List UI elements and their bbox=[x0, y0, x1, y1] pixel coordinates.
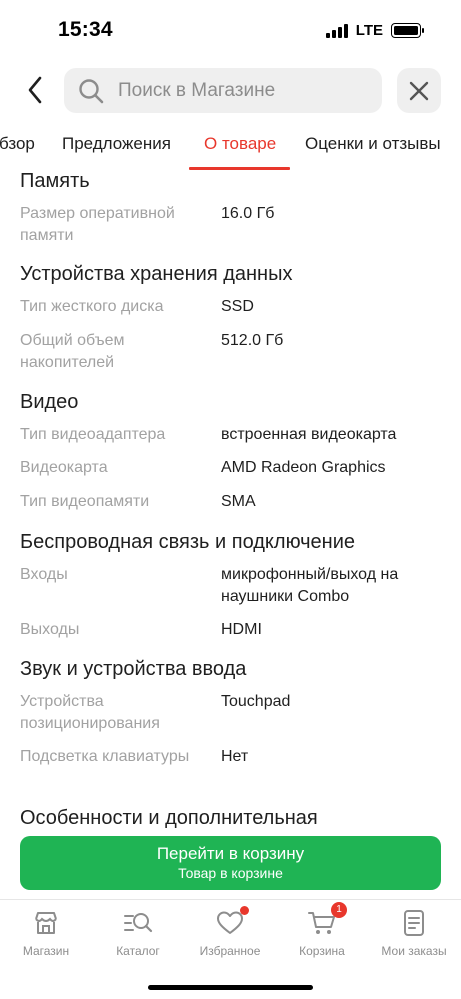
cart-banner-subtitle: Товар в корзине bbox=[178, 865, 283, 881]
chevron-left-icon bbox=[28, 76, 42, 104]
spec-value: встроенная видеокарта bbox=[221, 426, 397, 443]
cart-banner-title: Перейти в корзину bbox=[156, 844, 305, 863]
product-tabs: бзор Предложения О товаре Оценки и отзыв… bbox=[0, 126, 461, 172]
back-button[interactable] bbox=[18, 70, 52, 110]
home-indicator[interactable] bbox=[148, 985, 313, 990]
spec-value: 512.0 Гб bbox=[221, 332, 284, 349]
spec-value: SSD bbox=[221, 298, 254, 315]
tab-reviews[interactable]: Оценки и отзывы bbox=[305, 134, 441, 154]
spec-label: Тип видеопамяти bbox=[20, 493, 150, 510]
battery-icon bbox=[391, 23, 424, 38]
favorites-dot-badge bbox=[240, 906, 249, 915]
nav-label: Избранное bbox=[199, 944, 261, 958]
spec-value: HDMI bbox=[221, 621, 262, 638]
nav-item-store[interactable]: Магазин bbox=[0, 908, 92, 958]
section-title-extra: Особенности и дополнительная bbox=[20, 807, 318, 829]
spec-label: Размер оперативной памяти bbox=[20, 205, 175, 244]
spec-label: Устройства позиционирования bbox=[20, 693, 160, 732]
spec-label: Выходы bbox=[20, 621, 80, 638]
orders-icon bbox=[399, 908, 429, 938]
search-icon bbox=[78, 78, 104, 104]
section-title-memory: Память bbox=[20, 170, 90, 192]
nav-item-favorites[interactable]: Избранное bbox=[184, 906, 276, 958]
spec-value: Нет bbox=[221, 748, 249, 765]
cart-icon: 1 bbox=[307, 902, 347, 938]
nav-label: Корзина bbox=[299, 944, 345, 958]
tab-about-product[interactable]: О товаре bbox=[204, 134, 276, 154]
active-tab-indicator bbox=[189, 167, 290, 170]
nav-label: Мои заказы bbox=[381, 944, 447, 958]
cart-count-badge: 1 bbox=[331, 902, 347, 918]
spec-label: Тип жесткого диска bbox=[20, 298, 164, 315]
nav-item-orders[interactable]: Мои заказы bbox=[368, 908, 460, 958]
network-type: LTE bbox=[355, 22, 383, 39]
spec-label: Тип видеоадаптера bbox=[20, 426, 166, 443]
nav-item-catalog[interactable]: Каталог bbox=[92, 908, 184, 958]
search-header: Поиск в Магазине bbox=[0, 66, 461, 114]
section-title-wireless: Беспроводная связь и подключение bbox=[20, 531, 356, 553]
section-title-sound: Звук и устройства ввода bbox=[20, 658, 247, 680]
signal-icon bbox=[325, 23, 348, 38]
spec-value: 16.0 Гб bbox=[221, 205, 275, 222]
spec-value: Touchpad bbox=[221, 693, 291, 710]
catalog-search-icon bbox=[123, 908, 153, 938]
nav-label: Магазин bbox=[22, 944, 70, 958]
spec-label: Входы bbox=[20, 566, 68, 583]
spec-label: Подсветка клавиатуры bbox=[20, 748, 190, 765]
spec-value: микрофонный/выход на наушники Combo bbox=[221, 566, 399, 605]
tab-overview[interactable]: бзор bbox=[0, 134, 35, 154]
spec-label: Видеокарта bbox=[20, 459, 108, 476]
status-indicators: LTE bbox=[325, 22, 424, 39]
store-icon bbox=[31, 908, 61, 938]
status-time: 15:34 bbox=[58, 18, 113, 41]
tab-offers[interactable]: Предложения bbox=[62, 134, 171, 154]
search-input[interactable]: Поиск в Магазине bbox=[64, 68, 382, 113]
section-title-video: Видео bbox=[20, 391, 79, 413]
spec-value: AMD Radeon Graphics bbox=[221, 459, 386, 476]
nav-label: Каталог bbox=[116, 944, 160, 958]
spec-value: SMA bbox=[221, 493, 256, 510]
nav-item-cart[interactable]: 1 Корзина bbox=[276, 902, 368, 958]
close-icon bbox=[409, 81, 429, 100]
heart-icon bbox=[215, 906, 249, 938]
search-placeholder: Поиск в Магазине bbox=[118, 79, 276, 101]
bottom-nav: Магазин Каталог Избранное 1 Корзина Мои … bbox=[0, 899, 461, 999]
status-bar: 15:34 LTE bbox=[0, 0, 461, 60]
section-title-storage: Устройства хранения данных bbox=[20, 263, 293, 285]
go-to-cart-button[interactable]: Перейти в корзину Товар в корзине bbox=[20, 836, 441, 890]
spec-label: Общий объем накопителей bbox=[20, 332, 125, 371]
close-search-button[interactable] bbox=[397, 68, 441, 113]
